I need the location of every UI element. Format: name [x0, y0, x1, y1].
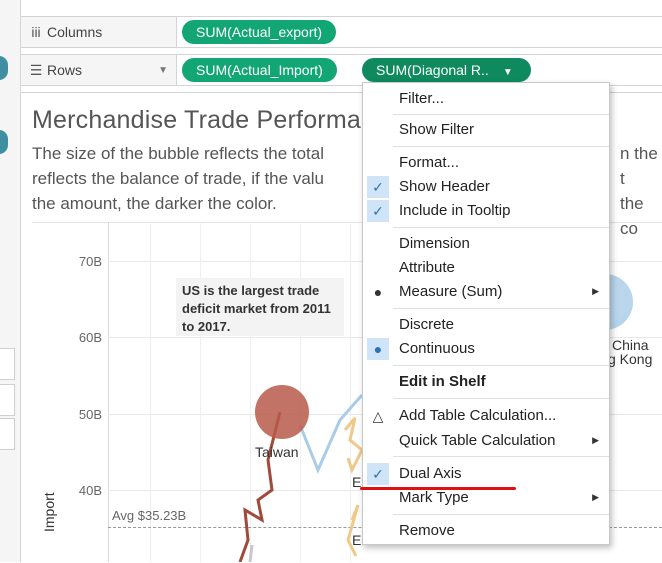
delta-icon: △: [372, 408, 384, 424]
submenu-arrow-icon: ▶: [592, 492, 599, 502]
menu-separator: [393, 114, 609, 115]
menu-separator: [393, 146, 609, 147]
menu-item-measure[interactable]: Measure (Sum): [399, 283, 502, 300]
menu-item-attribute[interactable]: Attribute: [399, 259, 455, 276]
selected-dot-icon: ●: [373, 284, 383, 300]
menu-item-format[interactable]: Format...: [399, 154, 459, 171]
hong-kong-label[interactable]: g Kong: [608, 351, 652, 367]
menu-item-edit-in-shelf[interactable]: Edit in Shelf: [399, 373, 486, 390]
menu-item-discrete[interactable]: Discrete: [399, 316, 454, 333]
pill-context-menu: Filter... Show Filter Format... ✓ Show H…: [362, 82, 610, 545]
menu-item-dimension[interactable]: Dimension: [399, 235, 470, 252]
menu-item-continuous[interactable]: Continuous: [399, 340, 475, 357]
taiwan-trail-light: [248, 544, 254, 562]
menu-separator: [393, 227, 609, 228]
menu-item-show-filter[interactable]: Show Filter: [399, 121, 474, 138]
menu-separator: [393, 456, 609, 457]
taiwan-label[interactable]: Taiwan: [255, 444, 299, 460]
menu-item-dual-axis[interactable]: Dual Axis: [399, 465, 462, 482]
eu-trail: [346, 504, 360, 557]
menu-item-mark-type[interactable]: Mark Type: [399, 489, 469, 506]
menu-separator: [393, 308, 609, 309]
check-icon: ✓: [367, 200, 389, 222]
selected-dot-icon: ●: [367, 338, 389, 360]
taiwan-bubble: [255, 385, 309, 439]
menu-separator: [393, 365, 609, 366]
dual-axis-highlight-underline: [360, 487, 516, 490]
eu-trail: [343, 417, 364, 474]
submenu-arrow-icon: ▶: [592, 435, 599, 445]
menu-item-filter[interactable]: Filter...: [399, 90, 444, 107]
menu-separator: [393, 514, 609, 515]
menu-item-add-table-calculation[interactable]: Add Table Calculation...: [399, 407, 556, 424]
eu-label[interactable]: E: [352, 532, 361, 548]
menu-item-include-in-tooltip[interactable]: Include in Tooltip: [399, 202, 510, 219]
menu-item-show-header[interactable]: Show Header: [399, 178, 490, 195]
check-icon: ✓: [367, 463, 389, 485]
menu-separator: [393, 398, 609, 399]
check-icon: ✓: [367, 176, 389, 198]
menu-item-quick-table-calculation[interactable]: Quick Table Calculation: [399, 432, 555, 449]
menu-item-remove[interactable]: Remove: [399, 522, 455, 539]
submenu-arrow-icon: ▶: [592, 286, 599, 296]
